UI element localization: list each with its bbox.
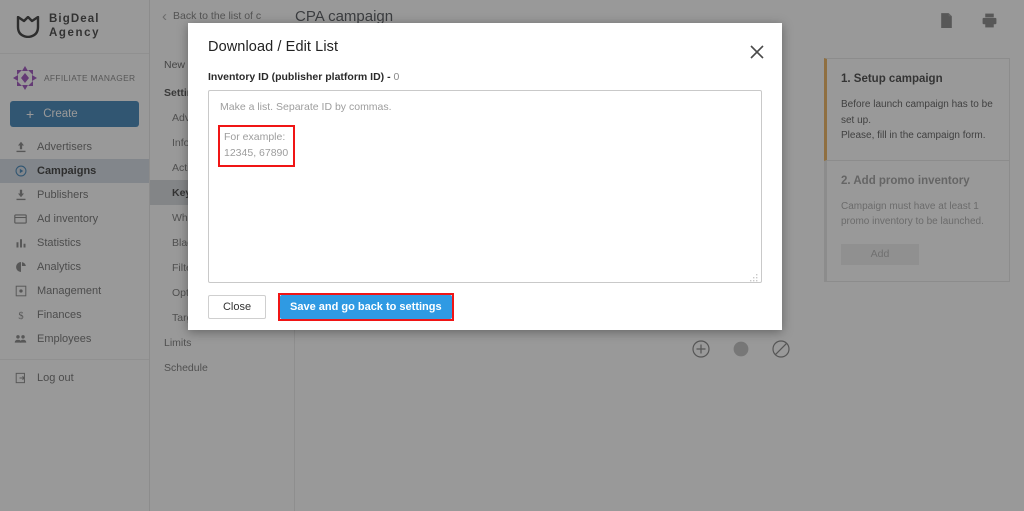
- modal-subtitle-label: Inventory ID (publisher platform ID) -: [208, 71, 391, 83]
- close-button[interactable]: Close: [208, 295, 266, 319]
- app-root: BigDeal Agency AFFILIATE MANAGER + Creat…: [0, 0, 1024, 511]
- textarea-placeholder-text: Make a list. Separate ID by commas.: [220, 101, 392, 113]
- save-button-highlight: Save and go back to settings: [278, 293, 454, 321]
- modal-subtitle-count: 0: [393, 71, 400, 83]
- modal-actions: Close Save and go back to settings: [208, 293, 762, 321]
- download-edit-list-modal: Download / Edit List Inventory ID (publi…: [188, 23, 782, 330]
- resize-handle-icon[interactable]: [749, 270, 759, 282]
- modal-subtitle: Inventory ID (publisher platform ID) - 0: [208, 71, 762, 83]
- textarea-example-highlight: For example: 12345, 67890: [217, 125, 296, 167]
- example-line-2: 12345, 67890: [224, 146, 289, 159]
- save-and-go-back-button[interactable]: Save and go back to settings: [280, 295, 452, 319]
- modal-title: Download / Edit List: [208, 39, 339, 55]
- close-icon[interactable]: [748, 43, 766, 61]
- example-line-1: For example:: [224, 131, 286, 143]
- inventory-id-textarea[interactable]: Make a list. Separate ID by commas. For …: [208, 90, 762, 283]
